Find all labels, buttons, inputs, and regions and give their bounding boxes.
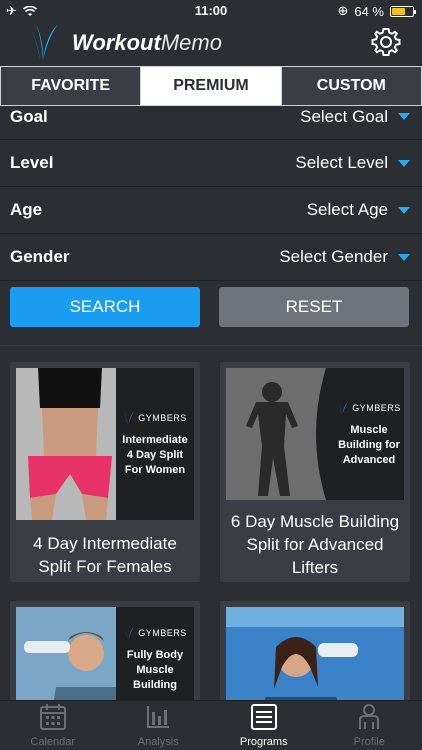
filter-list: Goal Select Goal Level Select Level Age … <box>0 94 422 281</box>
brand-badge: GYMBERS <box>123 626 187 640</box>
filter-label: Goal <box>10 106 48 126</box>
nav-label: Programs <box>239 736 288 748</box>
app-logo-text: WorkoutMemo <box>72 30 222 56</box>
brand-logo-icon <box>124 626 135 639</box>
filter-value: Select Age <box>306 200 388 219</box>
woman-drinking-image <box>226 607 404 711</box>
status-bar: ✈ 11:00 ⊕ 64 % <box>0 0 422 20</box>
promo-panel: GYMBERS Intermediate 4 Day Split For Wom… <box>116 368 194 520</box>
program-image: GYMBERS Muscle Building for Advanced <box>226 368 404 500</box>
nav-calendar[interactable]: Calendar <box>0 701 106 750</box>
logo-light: Memo <box>160 30 222 55</box>
brand-badge: GYMBERS <box>123 411 187 425</box>
brand-logo-icon <box>338 401 349 414</box>
filter-value: Select Level <box>295 153 388 172</box>
nav-programs[interactable]: Programs <box>211 701 317 750</box>
promo-text: Fully Body Muscle Building <box>126 648 184 691</box>
bottom-tab-bar: Calendar Analysis Programs Profile <box>0 700 422 750</box>
nav-label: Profile <box>353 736 385 748</box>
program-title: 4 Day Intermediate Split For Females <box>33 534 177 576</box>
nav-profile[interactable]: Profile <box>317 701 422 750</box>
calendar-icon <box>39 704 66 730</box>
reset-button[interactable]: RESET <box>219 287 409 327</box>
battery-icon <box>390 5 416 17</box>
status-right: ⊕ 64 % <box>337 3 416 19</box>
profile-icon <box>359 704 380 729</box>
program-card[interactable]: GYMBERS Muscle Building for Advanced 6 D… <box>220 362 410 582</box>
caret-down-icon <box>398 159 410 167</box>
nav-analysis[interactable]: Analysis <box>106 701 212 750</box>
filter-age[interactable]: Age Select Age <box>0 187 422 234</box>
nav-label: Analysis <box>137 736 179 748</box>
battery-fill <box>392 7 405 15</box>
brand-name: GYMBERS <box>138 627 187 638</box>
brand-name: GYMBERS <box>352 402 401 413</box>
program-image <box>226 607 404 711</box>
rotation-lock-icon: ⊕ <box>337 3 349 18</box>
program-card[interactable]: GYMBERS Intermediate 4 Day Split For Wom… <box>10 362 200 582</box>
brand-name: GYMBERS <box>138 412 187 423</box>
app-logo-icon <box>30 24 58 60</box>
promo-panel: GYMBERS Fully Body Muscle Building <box>116 607 194 711</box>
nav-label: Calendar <box>30 736 76 748</box>
program-image: GYMBERS Fully Body Muscle Building <box>16 607 194 711</box>
filter-value: Select Gender <box>279 247 388 266</box>
caret-down-icon <box>398 206 410 214</box>
filter-level[interactable]: Level Select Level <box>0 140 422 187</box>
promo-panel: GYMBERS Muscle Building for Advanced <box>334 368 404 500</box>
promo-text: Intermediate 4 Day Split For Women <box>122 433 188 476</box>
list-icon <box>250 704 277 730</box>
filter-value: Select Goal <box>300 106 388 126</box>
bar-chart-icon <box>147 706 170 728</box>
brand-logo-icon <box>124 411 135 424</box>
filter-gender[interactable]: Gender Select Gender <box>0 234 422 281</box>
program-card[interactable] <box>220 601 410 711</box>
divider <box>0 345 422 346</box>
program-image: GYMBERS Intermediate 4 Day Split For Wom… <box>16 368 194 520</box>
promo-text: Muscle Building for Advanced <box>338 423 400 466</box>
filter-label: Age <box>10 200 43 219</box>
search-button[interactable]: SEARCH <box>10 287 200 327</box>
filter-goal[interactable]: Goal Select Goal <box>0 94 422 140</box>
program-title: 6 Day Muscle Building Split for Advanced… <box>230 512 400 577</box>
gear-icon[interactable] <box>370 26 402 58</box>
battery-percent: 64 % <box>354 3 384 19</box>
brand-badge: GYMBERS <box>337 401 401 415</box>
logo-bold: Workout <box>72 30 161 55</box>
program-card[interactable]: GYMBERS Fully Body Muscle Building <box>10 601 200 711</box>
caret-down-icon <box>398 113 410 120</box>
filter-label: Level <box>10 153 54 172</box>
caret-down-icon <box>398 253 410 261</box>
app-header: WorkoutMemo <box>0 20 422 66</box>
filter-label: Gender <box>10 247 70 266</box>
